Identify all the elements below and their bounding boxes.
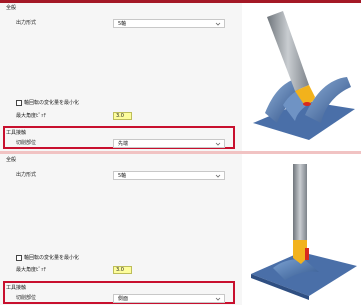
- tool-contact-section-title: 工具接触: [6, 130, 27, 136]
- contact-part-select[interactable]: 先端: [113, 139, 225, 148]
- output-format-select[interactable]: 5軸: [113, 171, 225, 180]
- contact-part-value: 先端: [118, 141, 129, 147]
- minimize-rotation-checkbox[interactable]: [16, 255, 22, 261]
- contact-point-marker: [305, 248, 309, 260]
- tool-tip-contact-illustration: [253, 11, 355, 140]
- minimize-rotation-label: 軸回転の変化量を最小化: [24, 255, 80, 261]
- output-format-label: 出力形式: [16, 20, 37, 26]
- section-title-general: 全般: [6, 157, 17, 163]
- output-format-select[interactable]: 5軸: [113, 19, 225, 28]
- output-format-value: 5軸: [118, 21, 127, 27]
- contact-part-select[interactable]: 側面: [113, 294, 225, 303]
- max-angle-value: 3.0: [116, 113, 124, 119]
- chevron-down-icon: [215, 174, 221, 178]
- max-angle-input[interactable]: 3.0: [113, 266, 132, 274]
- tool-contact-section-title: 工具接触: [6, 285, 27, 291]
- settings-panel-side: 全般 出力形式 5軸 軸回転の変化量を最小化 最大角度ﾋﾟｯﾁ 3.0 工具接触…: [0, 154, 242, 305]
- tool-shank: [267, 11, 309, 91]
- chevron-down-icon: [215, 142, 221, 146]
- chevron-down-icon: [215, 297, 221, 301]
- output-format-label: 出力形式: [16, 172, 37, 178]
- settings-panel-tip: 全般 出力形式 5軸 軸回転の変化量を最小化 最大角度ﾋﾟｯﾁ 3.0 工具接触…: [0, 3, 242, 151]
- contact-point-marker: [303, 102, 311, 106]
- contact-part-label: 切削部位: [16, 140, 37, 146]
- max-angle-label: 最大角度ﾋﾟｯﾁ: [16, 113, 47, 119]
- chevron-down-icon: [215, 22, 221, 26]
- contact-part-value: 側面: [118, 296, 129, 302]
- max-angle-value: 3.0: [116, 267, 124, 273]
- minimize-rotation-checkbox[interactable]: [16, 100, 22, 106]
- minimize-rotation-label: 軸回転の変化量を最小化: [24, 100, 80, 106]
- tool-side-contact-illustration: [251, 164, 357, 300]
- output-format-value: 5軸: [118, 173, 127, 179]
- max-angle-input[interactable]: 3.0: [113, 112, 132, 120]
- tool-shank: [293, 164, 307, 240]
- contact-part-label: 切削部位: [16, 295, 37, 301]
- max-angle-label: 最大角度ﾋﾟｯﾁ: [16, 267, 47, 273]
- section-title-general: 全般: [6, 5, 17, 11]
